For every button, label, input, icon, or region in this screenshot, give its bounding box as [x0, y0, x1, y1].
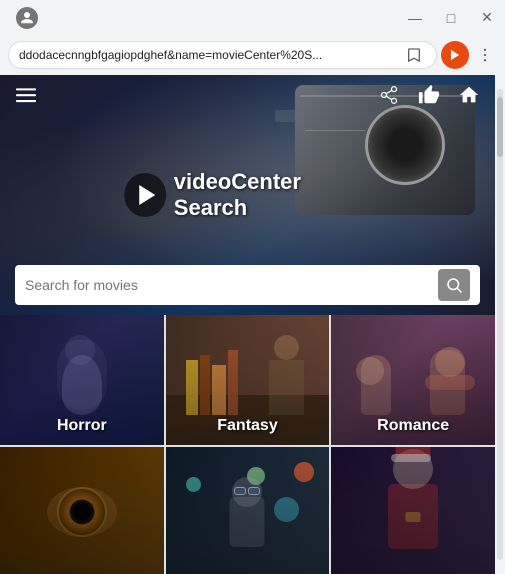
- play-icon[interactable]: [124, 173, 166, 217]
- window-controls: — □ ✕: [405, 8, 497, 28]
- genre-science-bg: [166, 447, 330, 574]
- genre-label-romance: Romance: [331, 417, 495, 435]
- genre-card-steampunk[interactable]: [0, 447, 164, 574]
- search-bar-section: [0, 265, 495, 305]
- genre-grid: Horror Fantasy: [0, 315, 495, 574]
- genre-card-horror[interactable]: Horror: [0, 315, 164, 445]
- navigate-button[interactable]: [441, 41, 469, 69]
- browser-menu-button[interactable]: [473, 43, 497, 67]
- url-text: ddodacecnngbfgagiopdghef&name=movieCente…: [19, 48, 402, 62]
- maximize-button[interactable]: □: [441, 8, 461, 28]
- genre-christmas-bg: [331, 447, 495, 574]
- page-content: videoCenter Search: [0, 75, 495, 574]
- hero-section: videoCenter Search: [0, 75, 495, 315]
- scrollbar-track[interactable]: [497, 89, 503, 560]
- bookmark-icon[interactable]: [402, 43, 426, 67]
- genre-card-science[interactable]: [166, 447, 330, 574]
- scrollbar[interactable]: [495, 75, 505, 574]
- address-bar[interactable]: ddodacecnngbfgagiopdghef&name=movieCente…: [8, 41, 437, 69]
- genre-label-fantasy: Fantasy: [166, 417, 330, 435]
- camera-lens-decoration: [365, 105, 445, 185]
- genre-steampunk-bg: [0, 447, 164, 574]
- close-button[interactable]: ✕: [477, 8, 497, 28]
- logo-text: videoCenter Search: [174, 169, 371, 221]
- minimize-button[interactable]: —: [405, 8, 425, 28]
- hamburger-button[interactable]: [10, 79, 42, 111]
- hero-action-icons: [373, 79, 485, 111]
- search-button[interactable]: [438, 269, 470, 301]
- hero-logo: videoCenter Search: [124, 169, 372, 221]
- genre-card-romance[interactable]: Romance: [331, 315, 495, 445]
- genre-card-fantasy[interactable]: Fantasy: [166, 315, 330, 445]
- genre-label-horror: Horror: [0, 417, 164, 435]
- search-input[interactable]: [25, 277, 430, 293]
- search-bar: [15, 265, 480, 305]
- browser-viewport: videoCenter Search: [0, 75, 505, 574]
- home-button[interactable]: [453, 79, 485, 111]
- address-bar-row: ddodacecnngbfgagiopdghef&name=movieCente…: [0, 35, 505, 75]
- scrollbar-thumb[interactable]: [497, 97, 503, 157]
- hero-nav: [0, 75, 495, 115]
- like-button[interactable]: [413, 79, 445, 111]
- genre-card-christmas[interactable]: [331, 447, 495, 574]
- account-icon[interactable]: [16, 7, 38, 29]
- title-bar: — □ ✕: [0, 0, 505, 35]
- share-button[interactable]: [373, 79, 405, 111]
